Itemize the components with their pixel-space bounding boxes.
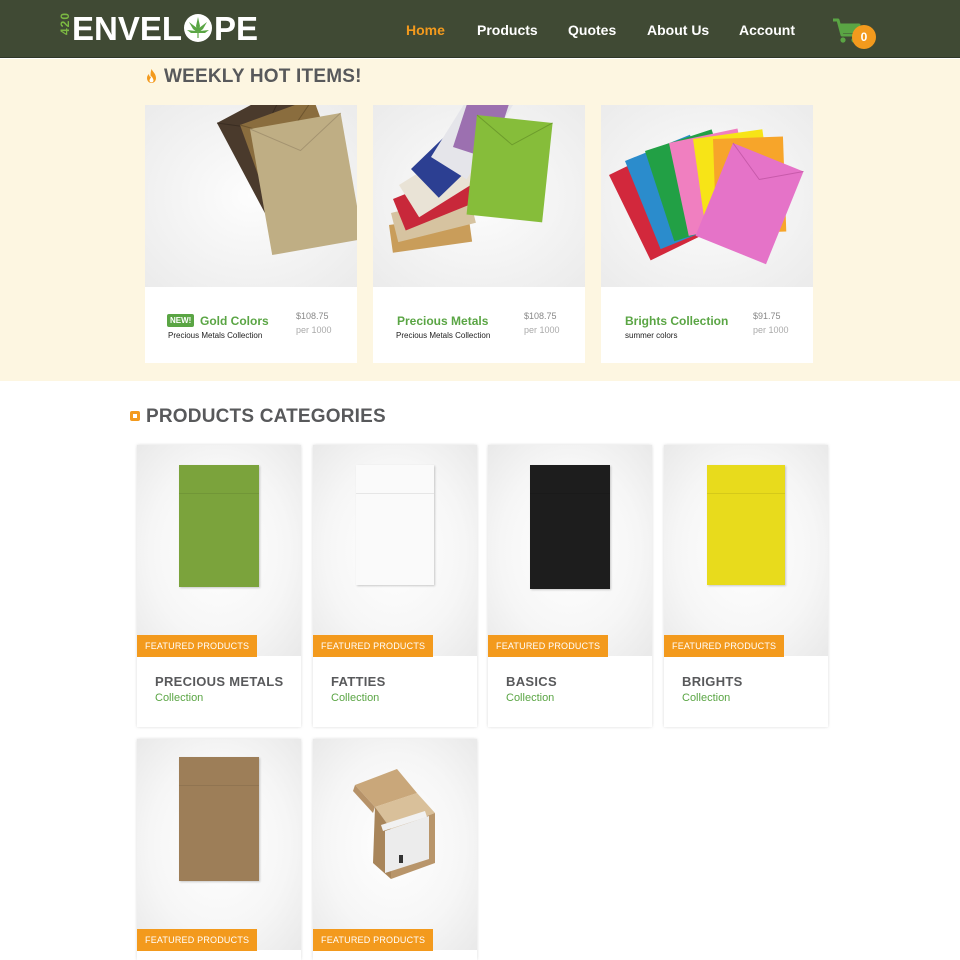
featured-tag: FEATURED PRODUCTS (313, 635, 434, 657)
category-collection-label: Collection (155, 692, 204, 704)
category-image (664, 445, 828, 656)
featured-tag: FEATURED PRODUCTS (137, 635, 258, 657)
category-image (137, 445, 301, 656)
category-image (313, 739, 477, 950)
hot-item-subtitle: Precious Metals Collection (168, 331, 263, 340)
envelope-image (530, 465, 610, 589)
hot-item-unit: per 1000 (753, 325, 789, 335)
envelope-image (356, 465, 434, 585)
hot-item-price: $91.75 (753, 311, 781, 321)
category-name[interactable]: BASICS (506, 674, 557, 689)
envelope-box-image (353, 769, 435, 879)
hot-item-unit: per 1000 (524, 325, 560, 335)
category-collection-label: Collection (331, 692, 380, 704)
featured-tag: FEATURED PRODUCTS (313, 929, 434, 951)
envelope-image (707, 465, 785, 585)
cannabis-leaf-icon (184, 14, 213, 42)
weekly-hot-title: WEEKLY HOT ITEMS! (164, 66, 362, 87)
logo-wordmark-part1: ENVEL (72, 9, 183, 47)
hot-item-card[interactable]: Brights Collection summer colors $91.75 … (601, 105, 813, 363)
product-image (373, 105, 585, 287)
category-card-fatties[interactable]: FEATURED PRODUCTS FATTIES Collection (313, 445, 477, 727)
hot-item-card[interactable]: Precious Metals Precious Metals Collecti… (373, 105, 585, 363)
hot-item-price: $108.75 (296, 311, 329, 321)
category-name[interactable]: PRECIOUS METALS (155, 674, 284, 689)
category-name[interactable]: FATTIES (331, 674, 386, 689)
logo-420-text: 420 (58, 11, 72, 35)
flame-icon (147, 69, 156, 83)
weekly-hot-section: WEEKLY HOT ITEMS! NEW! Gold Colors Preci… (0, 59, 960, 381)
nav-account[interactable]: Account (739, 22, 795, 38)
category-image (137, 739, 301, 950)
hot-item-unit: per 1000 (296, 325, 332, 335)
featured-tag: FEATURED PRODUCTS (488, 635, 609, 657)
cart-button[interactable]: 0 (832, 17, 878, 49)
logo-wordmark-part2: PE (214, 9, 259, 47)
site-header: 420 ENVEL PE Home Products Quotes About … (0, 0, 960, 58)
site-logo[interactable]: 420 ENVEL PE (58, 11, 258, 45)
category-card-box[interactable]: FEATURED PRODUCTS (313, 739, 477, 960)
nav-quotes[interactable]: Quotes (568, 22, 616, 38)
envelope-image (179, 757, 259, 881)
category-card-basics[interactable]: FEATURED PRODUCTS BASICS Collection (488, 445, 652, 727)
nav-home[interactable]: Home (406, 22, 445, 38)
category-image (488, 445, 652, 656)
featured-tag: FEATURED PRODUCTS (137, 929, 258, 951)
category-collection-label: Collection (506, 692, 555, 704)
category-name[interactable]: BRIGHTS (682, 674, 743, 689)
logo-wordmark: ENVEL PE (72, 12, 258, 45)
featured-tag: FEATURED PRODUCTS (664, 635, 785, 657)
category-image (313, 445, 477, 656)
product-image (145, 105, 357, 287)
product-categories-title: PRODUCTS CATEGORIES (146, 406, 386, 427)
category-card-brights[interactable]: FEATURED PRODUCTS BRIGHTS Collection (664, 445, 828, 727)
nav-about-us[interactable]: About Us (647, 22, 709, 38)
new-badge: NEW! (167, 314, 195, 327)
hot-item-name[interactable]: Brights Collection (625, 314, 728, 328)
hot-item-subtitle: summer colors (625, 331, 678, 340)
hot-item-name[interactable]: Precious Metals (397, 314, 488, 328)
hot-item-card[interactable]: NEW! Gold Colors Precious Metals Collect… (145, 105, 357, 363)
hot-item-name[interactable]: Gold Colors (200, 314, 269, 328)
hot-item-subtitle: Precious Metals Collection (396, 331, 491, 340)
nav-products[interactable]: Products (477, 22, 538, 38)
cart-count-badge: 0 (852, 25, 876, 49)
category-card-precious-metals[interactable]: FEATURED PRODUCTS PRECIOUS METALS Collec… (137, 445, 301, 727)
category-collection-label: Collection (682, 692, 731, 704)
envelope-image (179, 465, 259, 587)
category-icon (130, 411, 140, 421)
hot-item-price: $108.75 (524, 311, 557, 321)
product-image (601, 105, 813, 287)
category-card-natural[interactable]: FEATURED PRODUCTS (137, 739, 301, 960)
